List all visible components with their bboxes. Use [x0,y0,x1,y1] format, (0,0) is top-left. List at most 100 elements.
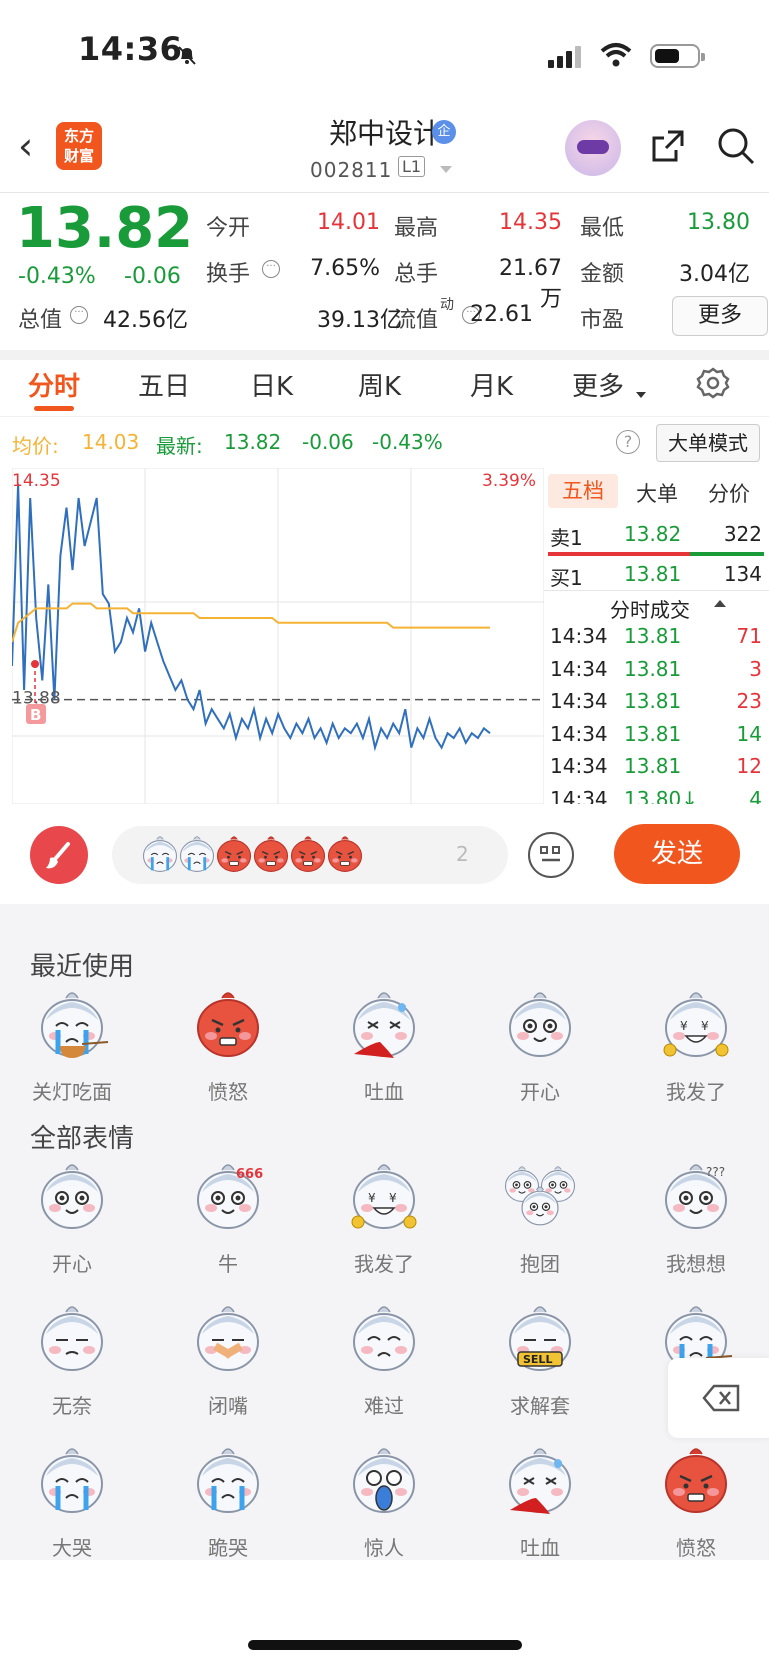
quote-label: 今开 [206,216,251,241]
help-icon[interactable]: ? [616,430,640,454]
quote-value: 7.65% [310,256,380,281]
quote-value: 3.04亿 [679,262,750,287]
send-button[interactable]: 发送 [614,824,740,884]
settings-gear-icon[interactable] [696,366,730,400]
emoji-button[interactable] [22,984,122,1068]
cellular-signal-icon [548,46,584,68]
emoji-button[interactable] [490,984,590,1068]
emoji-button[interactable] [334,984,434,1068]
big-order-mode-button[interactable]: 大单模式 [656,424,760,462]
shut-emoji-icon [197,1306,259,1371]
emoji-caption: 惊人 [364,1536,404,1560]
tab-five-levels[interactable]: 五档 [548,474,618,508]
avg-label: 均价: [12,434,59,458]
wifi-icon [600,43,632,67]
emoji-button[interactable] [22,1440,122,1524]
y-top-label: 14.35 [12,471,61,491]
intraday-chart[interactable]: 14.35 3.39%13.88B [12,468,544,804]
backspace-icon [702,1384,740,1412]
series-line-1 [12,602,490,643]
cry-emoji-icon [142,836,178,872]
tab-big-orders[interactable]: 大单 [636,478,678,508]
tab-5[interactable]: 更多 [572,366,624,403]
tab-1[interactable]: 五日 [138,366,190,403]
emoji-button[interactable]: ??? [646,1156,746,1240]
rich-emoji-icon: ¥ ¥ [663,992,729,1057]
trade-time: 14:34 [550,624,608,648]
trade-price: 13.81 [624,689,682,713]
emoji-button[interactable]: ¥ ¥ [334,1156,434,1240]
ai-assistant-avatar[interactable] [565,120,621,176]
rich-emoji-icon: ¥ ¥ [351,1164,417,1229]
latest-percent: -0.43% [372,430,443,454]
emoji-button[interactable] [178,984,278,1068]
emoji-button[interactable] [334,1440,434,1524]
info-dots-icon[interactable]: ··· [262,260,280,278]
svg-text:¥: ¥ [680,1019,688,1033]
tab-4[interactable]: 月K [470,366,513,403]
sad2-emoji-icon [353,1306,415,1371]
keyboard-toggle-button[interactable] [528,832,574,878]
svg-text:SELL: SELL [523,1353,552,1366]
pe-superscript: 动 [440,297,454,313]
trades-title: 分时成交 [610,598,690,622]
emoji-button[interactable] [490,1440,590,1524]
avg-value: 14.03 [82,430,140,454]
tab-3[interactable]: 周K [358,366,401,403]
trade-time: 14:34 [550,721,608,746]
emoji-button[interactable] [22,1298,122,1382]
emoji-button[interactable]: SELL [490,1298,590,1382]
trade-price: 13.81 [624,624,682,648]
tab-0[interactable]: 分时 [28,366,80,403]
emoji-caption: 开心 [520,1080,560,1104]
recent-title: 最近使用 [30,952,135,982]
buy-marker-label: B [30,706,41,724]
chevron-up-icon[interactable] [714,600,726,607]
emoji-button[interactable]: ¥ ¥ [646,984,746,1068]
tab-price-distribution[interactable]: 分价 [708,478,750,508]
trade-time: 14:34 [550,754,608,778]
search-icon[interactable] [716,126,756,166]
svg-text:666: 666 [236,1167,263,1182]
brush-button[interactable] [30,826,88,884]
info-dots-icon[interactable]: ··· [70,306,88,324]
trade-volume: 14 [736,721,762,746]
back-button[interactable]: ‹ [18,124,33,168]
level-badge[interactable]: L1 [398,156,426,177]
home-indicator [248,1640,522,1650]
emoji-button[interactable]: 666 [178,1156,278,1240]
change-amount: -0.06 [124,264,181,289]
emoji-button[interactable] [334,1298,434,1382]
status-time: 14:36 [78,30,183,68]
stock-code: 002811 [310,158,393,182]
emoji-button[interactable] [490,1156,590,1240]
emoji-button[interactable] [178,1298,278,1382]
emoji-button[interactable] [22,1156,122,1240]
share-icon[interactable] [648,126,688,166]
emoji-caption: 闭嘴 [208,1394,248,1418]
emoji-caption: 牛 [218,1252,238,1276]
trade-price: 13.81 [624,754,682,778]
noodle-emoji-icon [41,992,109,1058]
trade-time: 14:34 [550,689,608,713]
chevron-down-icon[interactable] [440,166,452,173]
more-button[interactable]: 更多 [672,296,768,336]
angry-emoji-icon [665,1448,727,1513]
cry-emoji-icon [41,1448,103,1513]
emoji-caption: 开心 [52,1252,92,1276]
bell-muted-icon [178,46,196,65]
emoji-caption: 求解套 [510,1394,570,1418]
buy1-volume: 134 [723,562,762,586]
delete-button[interactable] [668,1358,769,1438]
quote-label: 总值 [18,308,63,333]
trade-price: 13.81 [624,721,682,746]
trade-time: 14:34 [550,656,608,681]
helpless-emoji-icon [41,1306,103,1371]
quote-value: 14.01 [317,210,380,235]
trade-price: 13.81 [624,656,682,681]
emoji-button[interactable] [646,1440,746,1524]
emoji-caption: 吐血 [520,1536,560,1560]
tab-2[interactable]: 日K [250,366,293,403]
emoji-button[interactable] [178,1440,278,1524]
app-logo: 东方 财富 [56,122,102,170]
